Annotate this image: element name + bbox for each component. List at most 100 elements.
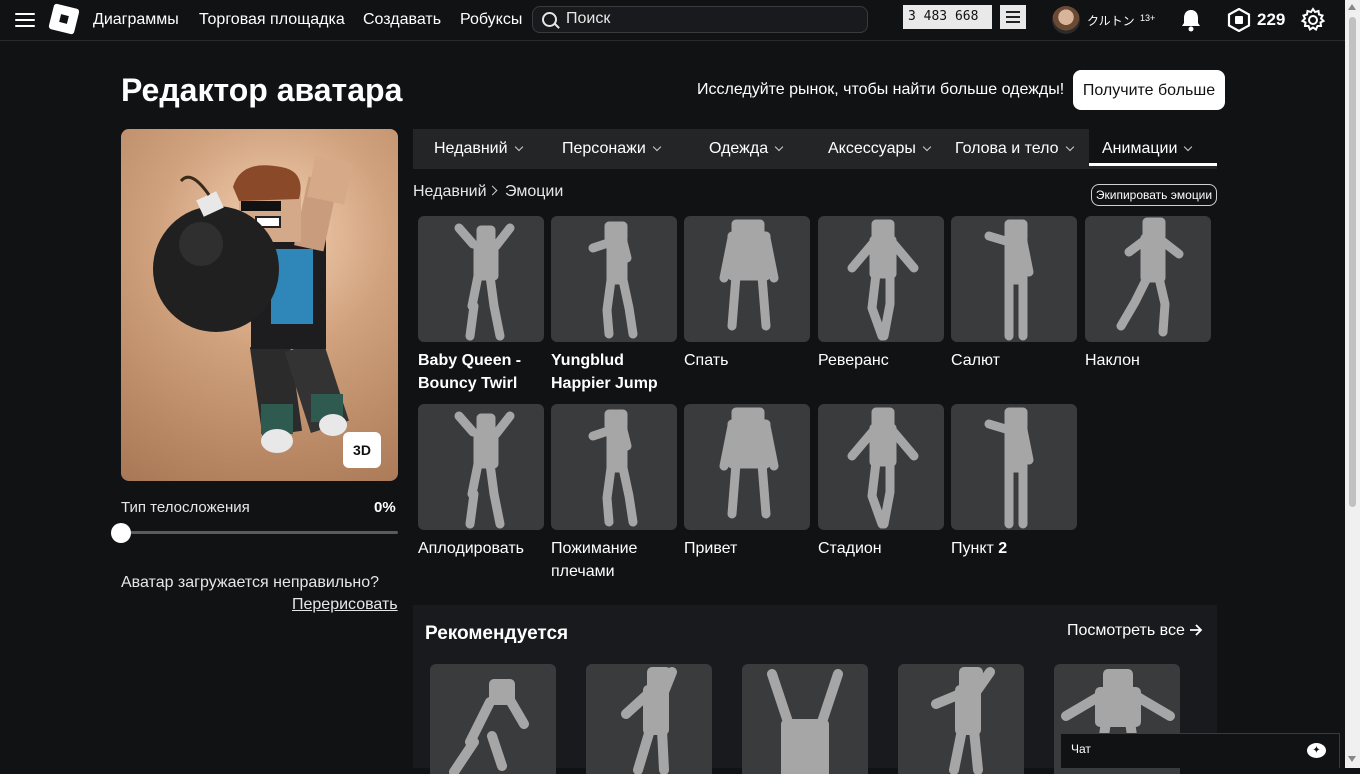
emote-thumbnail[interactable]	[951, 404, 1077, 530]
emote-thumbnail[interactable]	[418, 216, 544, 342]
emote-name-line: Аплодировать	[418, 540, 524, 557]
tab-label: Анимации	[1102, 140, 1178, 157]
robux-count[interactable]: 229	[1257, 10, 1285, 30]
emote-thumbnail[interactable]	[551, 404, 677, 530]
emote-item-card[interactable]: Стадион	[818, 404, 945, 560]
page-scrollbar[interactable]	[1345, 0, 1360, 768]
emote-thumbnail[interactable]	[551, 216, 677, 342]
search-box	[532, 6, 868, 33]
emote-thumbnail[interactable]	[1085, 216, 1211, 342]
emote-item-card[interactable]: Yungblud Happier Jump	[551, 216, 678, 395]
tab-clothing[interactable]: Одежда	[709, 129, 784, 169]
body-type-slider-thumb[interactable]	[111, 523, 131, 543]
age-badge: 13+	[1140, 13, 1156, 23]
emote-name-line: Реверанс	[818, 352, 889, 369]
tab-animations[interactable]: Анимации	[1089, 129, 1217, 166]
emote-thumbnail[interactable]	[818, 404, 944, 530]
nav-link-marketplace[interactable]: Торговая площадка	[199, 11, 345, 29]
emote-thumbnail[interactable]	[951, 216, 1077, 342]
emote-figure-icon	[931, 667, 995, 774]
breadcrumb-recent[interactable]: Недавний	[413, 183, 487, 201]
emote-name-line: Пожимание	[551, 540, 638, 557]
tab-label: Недавний	[434, 140, 508, 157]
emote-thumbnail[interactable]	[684, 216, 810, 342]
emote-item-name: Спать	[684, 349, 811, 372]
emote-thumbnail[interactable]	[818, 216, 944, 342]
emote-item-card[interactable]: Наклон	[1085, 216, 1212, 372]
emote-name-line: Стадион	[818, 540, 882, 557]
recommended-item-thumbnail[interactable]	[742, 664, 868, 774]
chevron-down-icon	[1065, 142, 1074, 152]
tab-label: Голова и тело	[955, 140, 1059, 157]
notifications-bell-icon[interactable]	[1180, 8, 1202, 32]
emote-item-name: Пункт 2	[951, 537, 1078, 560]
gear-icon[interactable]	[1300, 7, 1326, 33]
avatar[interactable]	[1052, 6, 1080, 34]
scroll-down-arrow-icon[interactable]	[1348, 756, 1356, 762]
robux-icon[interactable]	[1227, 8, 1251, 32]
nav-link-charts[interactable]: Диаграммы	[93, 11, 179, 29]
search-icon[interactable]	[542, 12, 557, 27]
emote-item-name: Аплодировать	[418, 537, 545, 560]
arrow-right-icon[interactable]	[1189, 623, 1203, 637]
emote-name-line: Happier Jump	[551, 375, 658, 392]
emote-figure-icon	[454, 223, 515, 341]
body-type-slider-track[interactable]	[121, 531, 398, 534]
emote-figure-icon	[767, 669, 843, 774]
recommended-item-thumbnail[interactable]	[898, 664, 1024, 774]
redraw-link[interactable]: Перерисовать	[292, 596, 398, 614]
toggle-3d-button[interactable]: 3D	[343, 432, 381, 468]
chevron-down-icon	[514, 142, 523, 152]
emote-figure-icon	[588, 221, 638, 339]
emote-item-card[interactable]: Пожимание плечами	[551, 404, 678, 583]
nav-link-robux[interactable]: Робуксы	[460, 11, 522, 29]
scrollbar-thumb[interactable]	[1349, 17, 1356, 507]
get-more-button[interactable]: Получите больше	[1073, 70, 1225, 110]
emote-item-name: Наклон	[1085, 349, 1212, 372]
tab-characters[interactable]: Персонажи	[562, 129, 661, 169]
emote-name-line: Пункт	[951, 540, 994, 557]
recommended-item-thumbnail[interactable]	[430, 664, 556, 774]
emote-item-card[interactable]: Пункт 2	[951, 404, 1078, 560]
avatar-loading-question: Аватар загружается неправильно?	[121, 574, 380, 591]
emote-figure-icon	[588, 409, 638, 527]
nav-link-create[interactable]: Создавать	[363, 11, 441, 29]
chevron-right-icon	[487, 185, 498, 196]
chevron-down-icon	[774, 142, 784, 152]
counter-menu-icon[interactable]	[1000, 5, 1026, 29]
emote-item-card[interactable]: Спать	[684, 216, 811, 372]
emote-item-card[interactable]: Baby Queen - Bouncy Twirl	[418, 216, 545, 395]
emote-thumbnail[interactable]	[418, 404, 544, 530]
emote-item-card[interactable]: Реверанс	[818, 216, 945, 372]
emote-figure-icon	[621, 667, 677, 774]
chat-widget[interactable]: Чат ✦	[1060, 733, 1340, 768]
emote-thumbnail[interactable]	[684, 404, 810, 530]
see-all-link[interactable]: Посмотреть все	[1067, 622, 1185, 640]
tab-accessories[interactable]: Аксессуары	[828, 129, 932, 169]
equip-emotes-button[interactable]: Экипировать эмоции	[1091, 184, 1217, 206]
emote-item-card[interactable]: Аплодировать	[418, 404, 545, 560]
search-input[interactable]	[566, 9, 856, 29]
scroll-up-arrow-icon[interactable]	[1348, 4, 1356, 10]
emote-item-name: Реверанс	[818, 349, 945, 372]
emote-name-line: 2	[998, 540, 1008, 557]
emote-figure-icon	[847, 219, 919, 341]
recommended-item-thumbnail[interactable]	[586, 664, 712, 774]
avatar-preview[interactable]	[121, 129, 398, 481]
emote-name-line: плечами	[551, 563, 615, 580]
tab-label: Персонажи	[562, 140, 646, 157]
emote-name-line: Привет	[684, 540, 738, 557]
username[interactable]: クルトン	[1087, 12, 1135, 29]
recommended-title: Рекомендуется	[425, 623, 569, 644]
chat-compose-icon[interactable]: ✦	[1307, 743, 1326, 758]
tab-recent[interactable]: Недавний	[434, 129, 523, 169]
category-tabs: Недавний Персонажи Одежда Аксессуары Гол…	[413, 129, 1217, 169]
emote-figure-icon	[984, 219, 1034, 341]
menu-icon[interactable]	[15, 13, 35, 27]
roblox-logo-icon[interactable]	[48, 3, 80, 35]
emote-item-card[interactable]: Привет	[684, 404, 811, 560]
tab-head-and-body[interactable]: Голова и тело	[955, 129, 1074, 169]
tab-label: Аксессуары	[828, 140, 916, 157]
emote-item-card[interactable]: Салют	[951, 216, 1078, 372]
emote-figure-icon	[449, 679, 529, 774]
